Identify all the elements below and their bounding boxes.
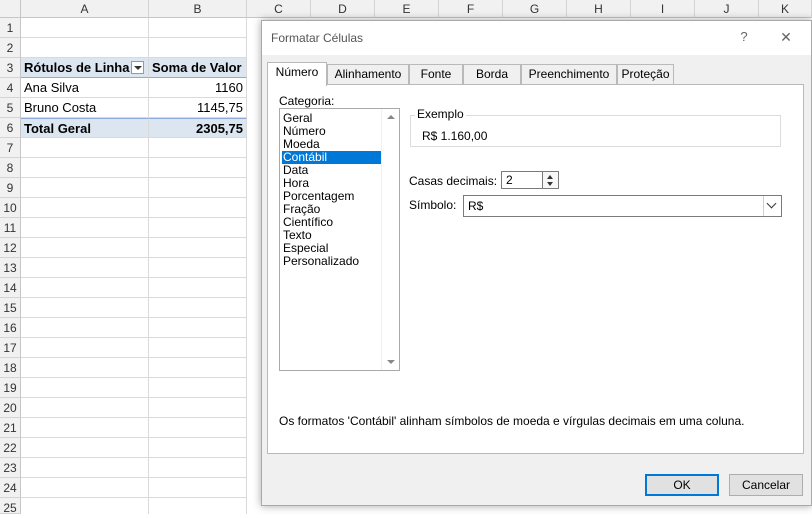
- row-header[interactable]: 12: [0, 238, 21, 258]
- example-value: R$ 1.160,00: [422, 129, 488, 143]
- tab-alinhamento[interactable]: Alinhamento: [327, 64, 409, 84]
- spin-up-icon[interactable]: [547, 175, 553, 179]
- column-header-b[interactable]: B: [149, 0, 247, 18]
- column-header-c[interactable]: C: [247, 0, 311, 18]
- symbol-selected-value: R$: [468, 199, 484, 213]
- row-header[interactable]: 9: [0, 178, 21, 198]
- pivot-row-label[interactable]: Ana Silva: [21, 78, 149, 98]
- category-scrollbar[interactable]: [381, 109, 399, 370]
- filter-dropdown-icon[interactable]: [131, 61, 145, 75]
- pivot-total-value[interactable]: 2305,75: [149, 118, 247, 138]
- column-header-f[interactable]: F: [439, 0, 503, 18]
- format-description: Os formatos 'Contábil' alinham símbolos …: [279, 414, 745, 428]
- row-header[interactable]: 20: [0, 398, 21, 418]
- category-item-personalizado[interactable]: Personalizado: [282, 255, 382, 268]
- row-header[interactable]: 8: [0, 158, 21, 178]
- close-button[interactable]: ✕: [774, 27, 798, 47]
- row-header[interactable]: 15: [0, 298, 21, 318]
- decimal-places-spinner[interactable]: [543, 171, 559, 189]
- row-header[interactable]: 16: [0, 318, 21, 338]
- pivot-row-value[interactable]: 1145,75: [149, 98, 247, 118]
- spin-down-icon[interactable]: [547, 182, 553, 186]
- column-header-d[interactable]: D: [311, 0, 375, 18]
- column-header-j[interactable]: J: [695, 0, 759, 18]
- tab-numero[interactable]: Número: [267, 62, 327, 86]
- row-header[interactable]: 19: [0, 378, 21, 398]
- cancel-button[interactable]: Cancelar: [729, 474, 803, 496]
- category-list[interactable]: Geral Número Moeda Contábil Data Hora Po…: [279, 108, 400, 371]
- pivot-row-labels-text: Rótulos de Linha: [24, 60, 130, 75]
- pivot-sum-header[interactable]: Soma de Valor: [149, 58, 247, 78]
- scroll-down-icon[interactable]: [387, 360, 395, 364]
- row-header[interactable]: 17: [0, 338, 21, 358]
- dialog-titlebar[interactable]: Formatar Células ? ✕: [262, 21, 811, 55]
- row-header[interactable]: 10: [0, 198, 21, 218]
- row-header[interactable]: 18: [0, 358, 21, 378]
- tab-preenchimento[interactable]: Preenchimento: [521, 64, 617, 84]
- row-header[interactable]: 21: [0, 418, 21, 438]
- row-header[interactable]: 1: [0, 18, 21, 38]
- category-label: Categoria:: [279, 94, 335, 108]
- symbol-dropdown-button[interactable]: [763, 196, 781, 216]
- column-header-h[interactable]: H: [567, 0, 631, 18]
- tab-protecao[interactable]: Proteção: [617, 64, 674, 84]
- decimal-places-label: Casas decimais:: [409, 174, 498, 188]
- pivot-row-value[interactable]: 1160: [149, 78, 247, 98]
- tab-borda[interactable]: Borda: [463, 64, 521, 84]
- row-header[interactable]: 2: [0, 38, 21, 58]
- tab-fonte[interactable]: Fonte: [409, 64, 463, 84]
- row-header[interactable]: 7: [0, 138, 21, 158]
- row-header[interactable]: 22: [0, 438, 21, 458]
- symbol-select[interactable]: R$: [463, 195, 782, 217]
- select-all-corner[interactable]: [0, 0, 21, 18]
- pivot-total-label[interactable]: Total Geral: [21, 118, 149, 138]
- help-button[interactable]: ?: [734, 27, 754, 47]
- column-header-k[interactable]: K: [759, 0, 812, 18]
- pivot-row-labels-header[interactable]: Rótulos de Linha: [21, 58, 149, 78]
- symbol-label: Símbolo:: [409, 198, 457, 212]
- row-header[interactable]: 25: [0, 498, 21, 515]
- column-header-a[interactable]: A: [21, 0, 149, 18]
- ok-button[interactable]: OK: [645, 474, 719, 496]
- chevron-down-icon: [766, 198, 777, 209]
- scroll-up-icon[interactable]: [387, 115, 395, 119]
- row-header[interactable]: 14: [0, 278, 21, 298]
- column-header-e[interactable]: E: [375, 0, 439, 18]
- row-header[interactable]: 13: [0, 258, 21, 278]
- column-header-i[interactable]: I: [631, 0, 695, 18]
- example-label: Exemplo: [415, 107, 466, 121]
- dialog-title: Formatar Células: [271, 31, 364, 45]
- row-header[interactable]: 6: [0, 118, 21, 138]
- row-header[interactable]: 5: [0, 98, 21, 118]
- row-header[interactable]: 3: [0, 58, 21, 78]
- row-header[interactable]: 11: [0, 218, 21, 238]
- pivot-row-label[interactable]: Bruno Costa: [21, 98, 149, 118]
- row-header[interactable]: 24: [0, 478, 21, 498]
- decimal-places-input[interactable]: 2: [501, 171, 543, 189]
- row-header[interactable]: 23: [0, 458, 21, 478]
- number-tab-panel: Categoria: Geral Número Moeda Contábil D…: [267, 84, 804, 454]
- column-header-g[interactable]: G: [503, 0, 567, 18]
- format-cells-dialog: Formatar Células ? ✕ Número Alinhamento …: [261, 20, 812, 506]
- row-header[interactable]: 4: [0, 78, 21, 98]
